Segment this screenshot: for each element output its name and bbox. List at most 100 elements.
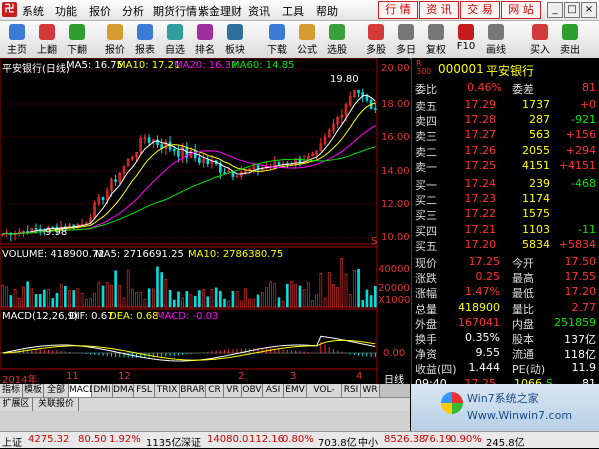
bid-row[interactable]: 买三 17.22 1575 bbox=[412, 206, 599, 222]
volume-bar bbox=[286, 283, 289, 308]
chart-area[interactable]: 平安银行(日线) MA5: 16.75 MA10: 17.21 MA20: 16… bbox=[0, 58, 410, 386]
quote-panel: R 300 000001 平安银行 委比 0.46% 委差 81 卖五 17.29 1737… bbox=[411, 58, 599, 390]
toolbar-button-home[interactable]: 主页 bbox=[2, 22, 32, 57]
bid-row[interactable]: 买一 17.24 239 -468 bbox=[412, 176, 599, 192]
close-icon[interactable]: × bbox=[581, 2, 597, 18]
toolbar-button-multi-day[interactable]: 多日 bbox=[391, 22, 421, 57]
report-icon bbox=[137, 24, 153, 40]
indicator-tab[interactable]: 指标 bbox=[0, 384, 23, 397]
stat-row[interactable]: 换手 0.35% 股本 137亿 bbox=[412, 330, 599, 346]
volume-bar bbox=[344, 273, 348, 308]
toolbar-button-download[interactable]: 下载 bbox=[262, 22, 292, 57]
stat-value: 0.25 bbox=[475, 270, 501, 284]
indicator-tab[interactable]: FSL bbox=[134, 384, 155, 397]
indicator-tab[interactable]: DMA bbox=[113, 384, 134, 397]
chart-title: 平安银行(日线) bbox=[2, 64, 70, 75]
time-axis-tick: 11 bbox=[66, 371, 79, 382]
stat-row[interactable]: 现价 17.25 今开 17.50 bbox=[412, 254, 599, 270]
bid-row[interactable]: 买五 17.20 5834 +5834 bbox=[412, 237, 599, 253]
indicator-tab[interactable]: TRIX bbox=[155, 384, 180, 397]
menu-news[interactable]: 资讯 bbox=[248, 3, 270, 19]
candle-body bbox=[114, 179, 117, 182]
menu-function[interactable]: 功能 bbox=[55, 3, 77, 19]
toolbar-button-favorite[interactable]: 自选 bbox=[160, 22, 190, 57]
menu-finance[interactable]: 紫金理财 bbox=[198, 3, 242, 19]
weibi-row[interactable]: 委比 0.46% 委差 81 bbox=[412, 80, 599, 96]
toolbar-button-sector[interactable]: 板块 bbox=[220, 22, 250, 57]
bid-row[interactable]: 买二 17.23 1174 bbox=[412, 191, 599, 207]
indicator-tab[interactable]: RSI bbox=[342, 384, 361, 397]
ask-row[interactable]: 卖二 17.26 2055 +294 bbox=[412, 143, 599, 159]
menu-futures[interactable]: 期货行情 bbox=[153, 3, 197, 19]
minimize-icon[interactable]: _ bbox=[547, 2, 563, 18]
stat-row[interactable]: 涨跌 0.25 最高 17.55 bbox=[412, 269, 599, 285]
menu-analysis[interactable]: 分析 bbox=[122, 3, 144, 19]
stat-row[interactable]: 总量 418900 量比 2.77 bbox=[412, 300, 599, 316]
toolbar-button-quote[interactable]: 报价 bbox=[100, 22, 130, 57]
volume-bar bbox=[22, 286, 25, 308]
volume-bar bbox=[5, 286, 8, 308]
toolbar-button-draw-line[interactable]: 画线 bbox=[481, 22, 511, 57]
toolbar-button-sell[interactable]: 卖出 bbox=[555, 22, 585, 57]
toolbar-button-multi-stock[interactable]: 多股 bbox=[361, 22, 391, 57]
ask-row[interactable]: 卖四 17.28 287 -921 bbox=[412, 112, 599, 128]
indicator-tab[interactable]: ASI bbox=[263, 384, 284, 397]
volume-bar bbox=[84, 298, 88, 308]
toolbar-button-formula[interactable]: 公式 bbox=[292, 22, 322, 57]
indicator-tab[interactable]: 模板 bbox=[23, 384, 44, 397]
indicator-tab[interactable]: DMI bbox=[92, 384, 113, 397]
volume-bar bbox=[348, 294, 352, 308]
macd-dea-label: DEA: 0.68 bbox=[109, 311, 159, 322]
toolbar-button-f10[interactable]: F10 bbox=[451, 22, 481, 57]
price-axis-tick: 14.00 bbox=[381, 166, 410, 177]
volume-bar bbox=[68, 290, 71, 308]
stat-row[interactable]: 外盘 167041 内盘 251859 bbox=[412, 315, 599, 331]
indicator-tab[interactable]: VOL-TDX bbox=[307, 384, 342, 408]
menu-tools[interactable]: 工具 bbox=[282, 3, 304, 19]
tab-website[interactable]: 网 站 bbox=[501, 1, 541, 19]
tab-info[interactable]: 资 讯 bbox=[419, 1, 459, 19]
toolbar-button-down-arrow[interactable]: 下翻 bbox=[62, 22, 92, 57]
quote-icon bbox=[107, 24, 123, 40]
menu-help[interactable]: 帮助 bbox=[316, 3, 338, 19]
volume-bar bbox=[353, 270, 356, 308]
stat-row[interactable]: 涨幅 1.47% 最低 17.20 bbox=[412, 284, 599, 300]
indicator-tab[interactable]: 全部 bbox=[44, 384, 69, 397]
bid-price: 17.23 bbox=[464, 192, 497, 206]
toolbar-button-stock-pick[interactable]: 选股 bbox=[322, 22, 352, 57]
indicator-tab[interactable]: CR bbox=[206, 384, 224, 397]
stat-row[interactable]: 收益(四) 1.444 PE(动) 11.9 bbox=[412, 360, 599, 376]
indicator-tab[interactable]: BRAR bbox=[180, 384, 206, 397]
volume-bar bbox=[9, 295, 13, 308]
tab-trade[interactable]: 交 易 bbox=[460, 1, 500, 19]
toolbar-button-buy[interactable]: 买入 bbox=[525, 22, 555, 57]
volume-bar bbox=[248, 298, 251, 308]
bid-row[interactable]: 买四 17.21 1103 -11 bbox=[412, 222, 599, 238]
ask-row[interactable]: 卖三 17.27 563 +156 bbox=[412, 127, 599, 143]
toolbar-button-report[interactable]: 报表 bbox=[130, 22, 160, 57]
ask-row[interactable]: 卖一 17.25 4151 +4151 bbox=[412, 158, 599, 174]
menu-system[interactable]: 系统 bbox=[22, 3, 44, 19]
toolbar-button-adjust[interactable]: 复权 bbox=[421, 22, 451, 57]
toolbar-button-ranking[interactable]: 排名 bbox=[190, 22, 220, 57]
menu-quote[interactable]: 报价 bbox=[89, 3, 111, 19]
extension-tab[interactable]: 关联报价 bbox=[34, 398, 79, 411]
indicator-tab[interactable]: EMV bbox=[284, 384, 307, 397]
kline-chart[interactable] bbox=[0, 58, 410, 384]
indicator-tab[interactable]: WR bbox=[361, 384, 380, 397]
bid-volume: 1575 bbox=[522, 207, 550, 221]
indicator-tab[interactable]: MACD bbox=[69, 384, 96, 397]
ask-row[interactable]: 卖五 17.29 1737 +0 bbox=[412, 97, 599, 113]
maximize-icon[interactable]: □ bbox=[564, 2, 580, 18]
tab-quotes[interactable]: 行 情 bbox=[378, 1, 418, 19]
watermark-logo: Win7系统之家 Www.Winwin7.com bbox=[411, 384, 599, 431]
stat-row[interactable]: 净资 9.55 流通 118亿 bbox=[412, 345, 599, 361]
volume-bar bbox=[244, 288, 247, 308]
indicator-tab[interactable]: VR bbox=[224, 384, 242, 397]
indicator-tab[interactable]: OBV bbox=[242, 384, 263, 397]
toolbar-button-label: 主页 bbox=[7, 45, 27, 56]
extension-tab[interactable]: 扩展区 bbox=[0, 398, 33, 411]
download-icon bbox=[269, 24, 285, 40]
toolbar-button-up-arrow[interactable]: 上翻 bbox=[32, 22, 62, 57]
volume-bar bbox=[332, 284, 335, 308]
